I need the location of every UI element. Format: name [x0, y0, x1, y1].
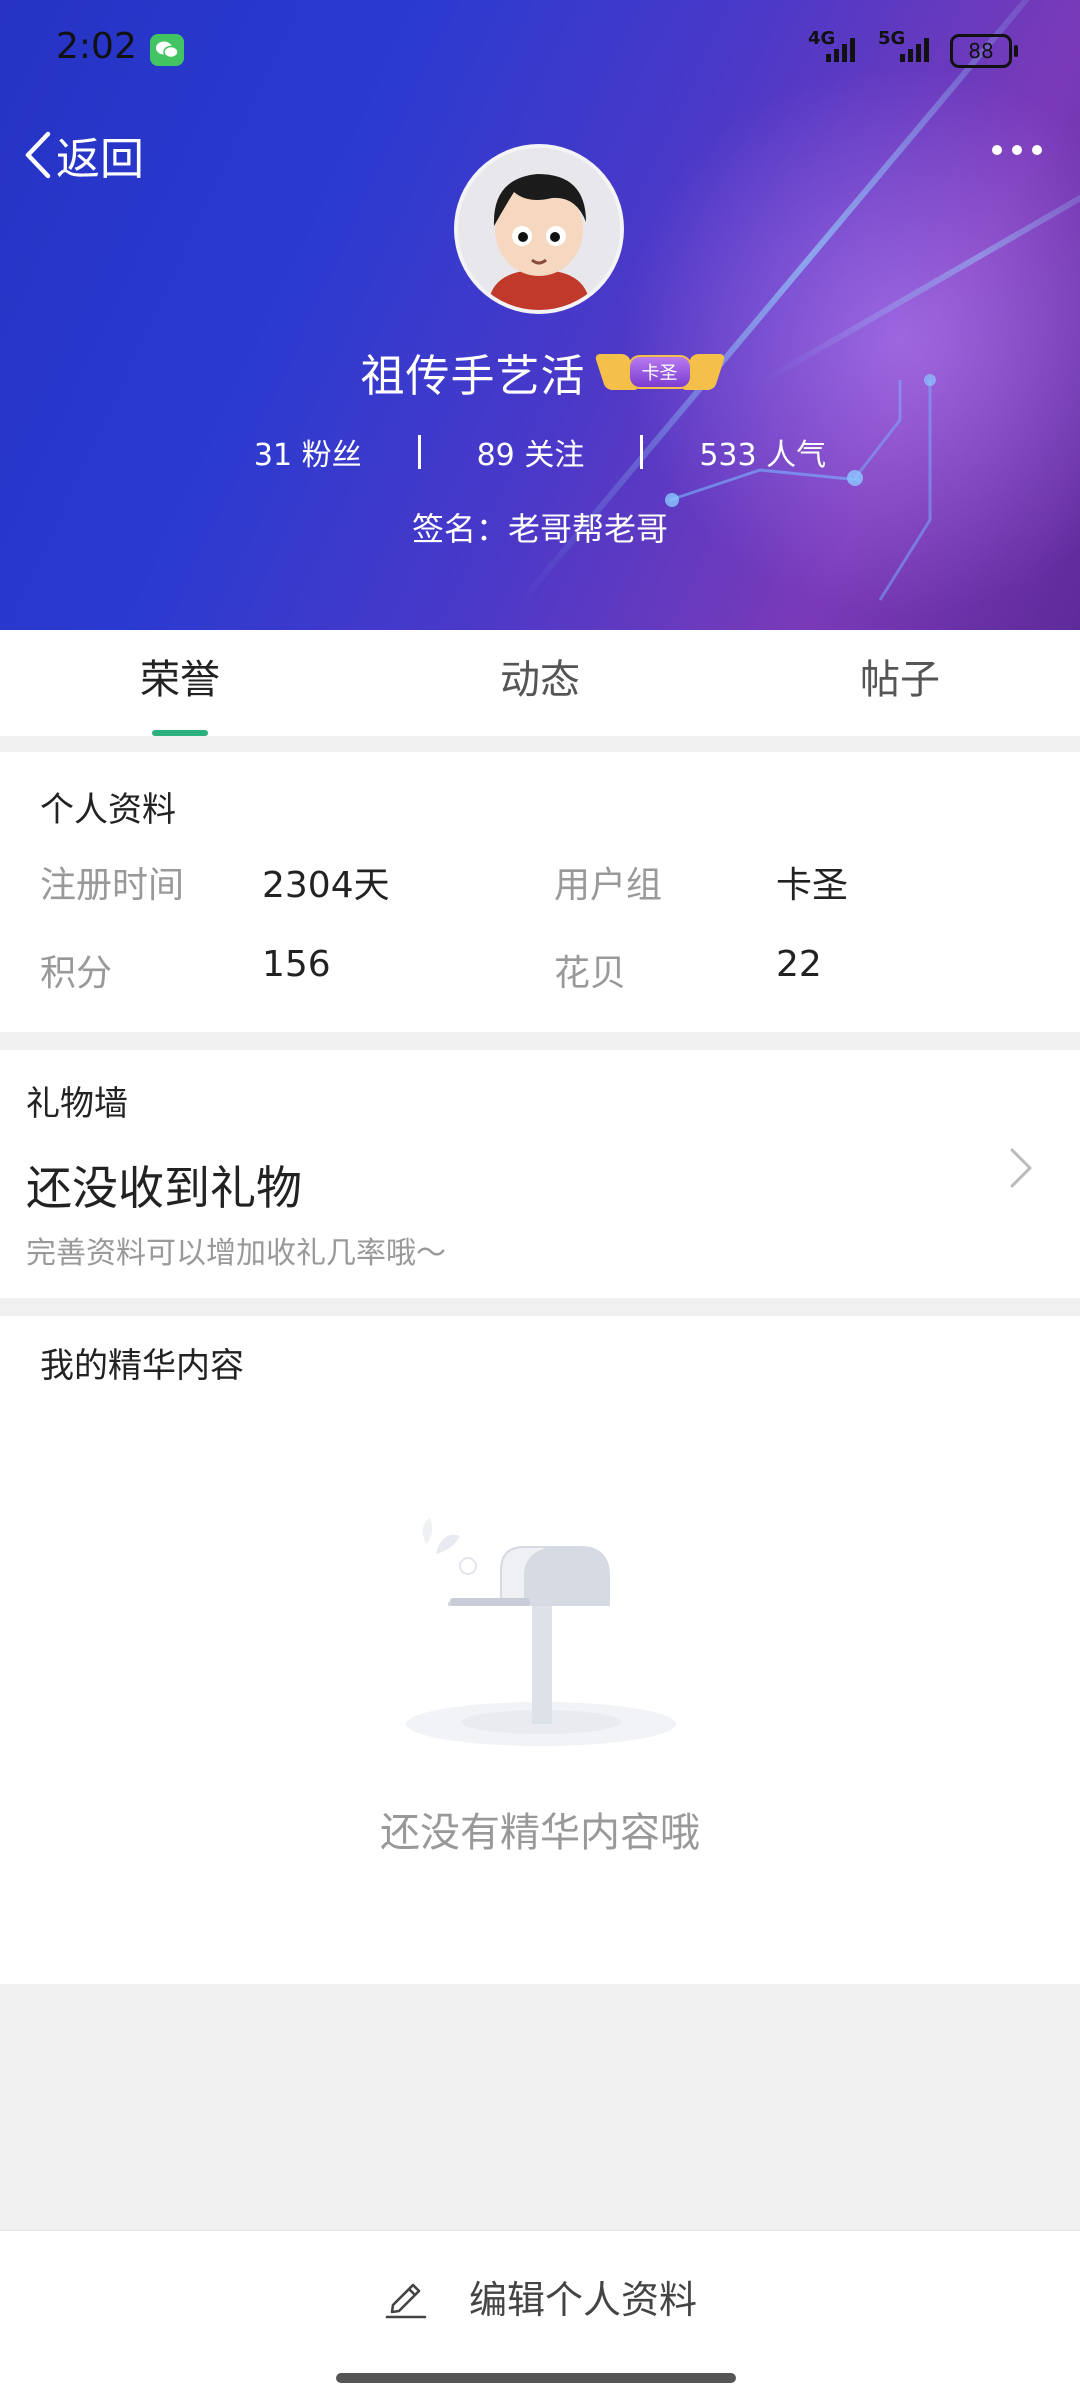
tab-posts[interactable]: 帖子: [720, 630, 1080, 736]
user-signature: 签名：老哥帮老哥: [0, 504, 1080, 550]
chevron-right-icon: [1008, 1146, 1034, 1190]
field-value-huabei: 22: [776, 944, 822, 985]
field-value-user-group: 卡圣: [776, 856, 848, 908]
field-value-points: 156: [262, 944, 331, 985]
gift-wall-subtitle: 完善资料可以增加收礼几率哦～: [26, 1228, 446, 1272]
avatar-cartoon-icon: [458, 148, 620, 310]
empty-state-text: 还没有精华内容哦: [0, 1800, 1080, 1858]
stat-followers[interactable]: 31 粉丝: [254, 430, 362, 474]
field-key-register-time: 注册时间: [40, 856, 184, 908]
essence-content-card: 我的精华内容 还没有精华内容哦: [0, 1316, 1080, 1984]
back-button[interactable]: 返回: [22, 120, 144, 190]
pencil-icon: [383, 2273, 429, 2319]
status-bar: 2:02 4G 5G 88: [0, 0, 1080, 100]
stat-popularity-count: 533: [699, 438, 756, 473]
username: 祖传手艺活: [361, 340, 586, 404]
stat-followers-count: 31: [254, 438, 292, 473]
username-row: 祖传手艺活 卡圣: [0, 340, 1080, 404]
tab-honor[interactable]: 荣誉: [0, 630, 360, 736]
wechat-notification-icon: [150, 34, 184, 66]
gift-wall-headline: 还没收到礼物: [26, 1152, 302, 1218]
stat-popularity: 533 人气: [699, 430, 826, 474]
profile-header: 2:02 4G 5G 88 返回 祖传: [0, 0, 1080, 630]
stat-following-count: 89: [477, 438, 515, 473]
status-time: 2:02: [56, 26, 137, 67]
empty-mailbox-icon: [396, 1510, 686, 1750]
badge-label: 卡圣: [628, 355, 692, 389]
field-value-register-time: 2304天: [262, 856, 390, 908]
more-dots-icon: [992, 145, 1002, 155]
stat-popularity-label: 人气: [766, 438, 826, 473]
essence-content-title: 我的精华内容: [40, 1338, 244, 1387]
stat-followers-label: 粉丝: [302, 438, 362, 473]
field-key-points: 积分: [40, 944, 112, 996]
back-label: 返回: [56, 123, 144, 187]
bottom-action-bar: 编辑个人资料: [0, 2230, 1080, 2401]
chevron-left-icon: [22, 130, 52, 180]
profile-tabs: 荣誉 动态 帖子: [0, 630, 1080, 736]
profile-stats: 31 粉丝 89 关注 533 人气: [0, 430, 1080, 474]
edit-profile-label: 编辑个人资料: [469, 2269, 697, 2324]
signal-icon: [826, 38, 855, 62]
gift-wall-title: 礼物墙: [26, 1076, 128, 1125]
gift-wall-card[interactable]: 礼物墙 还没收到礼物 完善资料可以增加收礼几率哦～: [0, 1050, 1080, 1298]
signal-icon: [900, 38, 929, 62]
tab-activity[interactable]: 动态: [360, 630, 720, 736]
stat-following-label: 关注: [524, 438, 584, 473]
home-indicator[interactable]: [336, 2373, 736, 2383]
user-rank-badge: 卡圣: [600, 350, 720, 394]
field-key-huabei: 花贝: [554, 944, 626, 996]
more-options-button[interactable]: [992, 140, 1042, 160]
field-key-user-group: 用户组: [554, 856, 662, 908]
stat-following[interactable]: 89 关注: [477, 430, 585, 474]
battery-indicator: 88: [950, 34, 1012, 68]
personal-info-title: 个人资料: [40, 782, 176, 831]
edit-profile-button[interactable]: 编辑个人资料: [0, 2231, 1080, 2361]
personal-info-card: 个人资料 注册时间 2304天 用户组 卡圣 积分 156 花贝 22: [0, 752, 1080, 1032]
avatar[interactable]: [454, 144, 624, 314]
stat-divider: [418, 435, 421, 469]
stat-divider: [640, 435, 643, 469]
